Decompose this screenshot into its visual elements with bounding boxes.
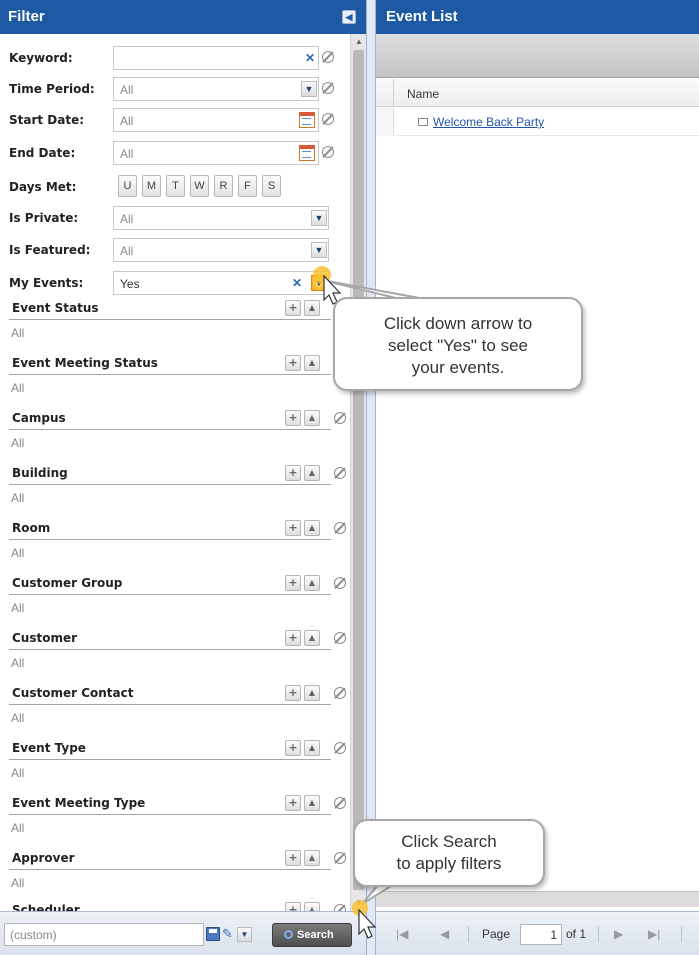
callout-line: your events. <box>411 358 505 377</box>
search-callout: Click Search to apply filters <box>353 819 545 887</box>
callout-pointers <box>313 266 431 939</box>
callout-line: Click down arrow to <box>383 314 533 333</box>
callout-line: to apply filters <box>396 854 502 873</box>
callout-line: select "Yes" to see <box>388 336 528 355</box>
callout-line: Click Search <box>401 832 497 851</box>
my-events-callout: Click down arrow to select "Yes" to see … <box>333 297 583 391</box>
